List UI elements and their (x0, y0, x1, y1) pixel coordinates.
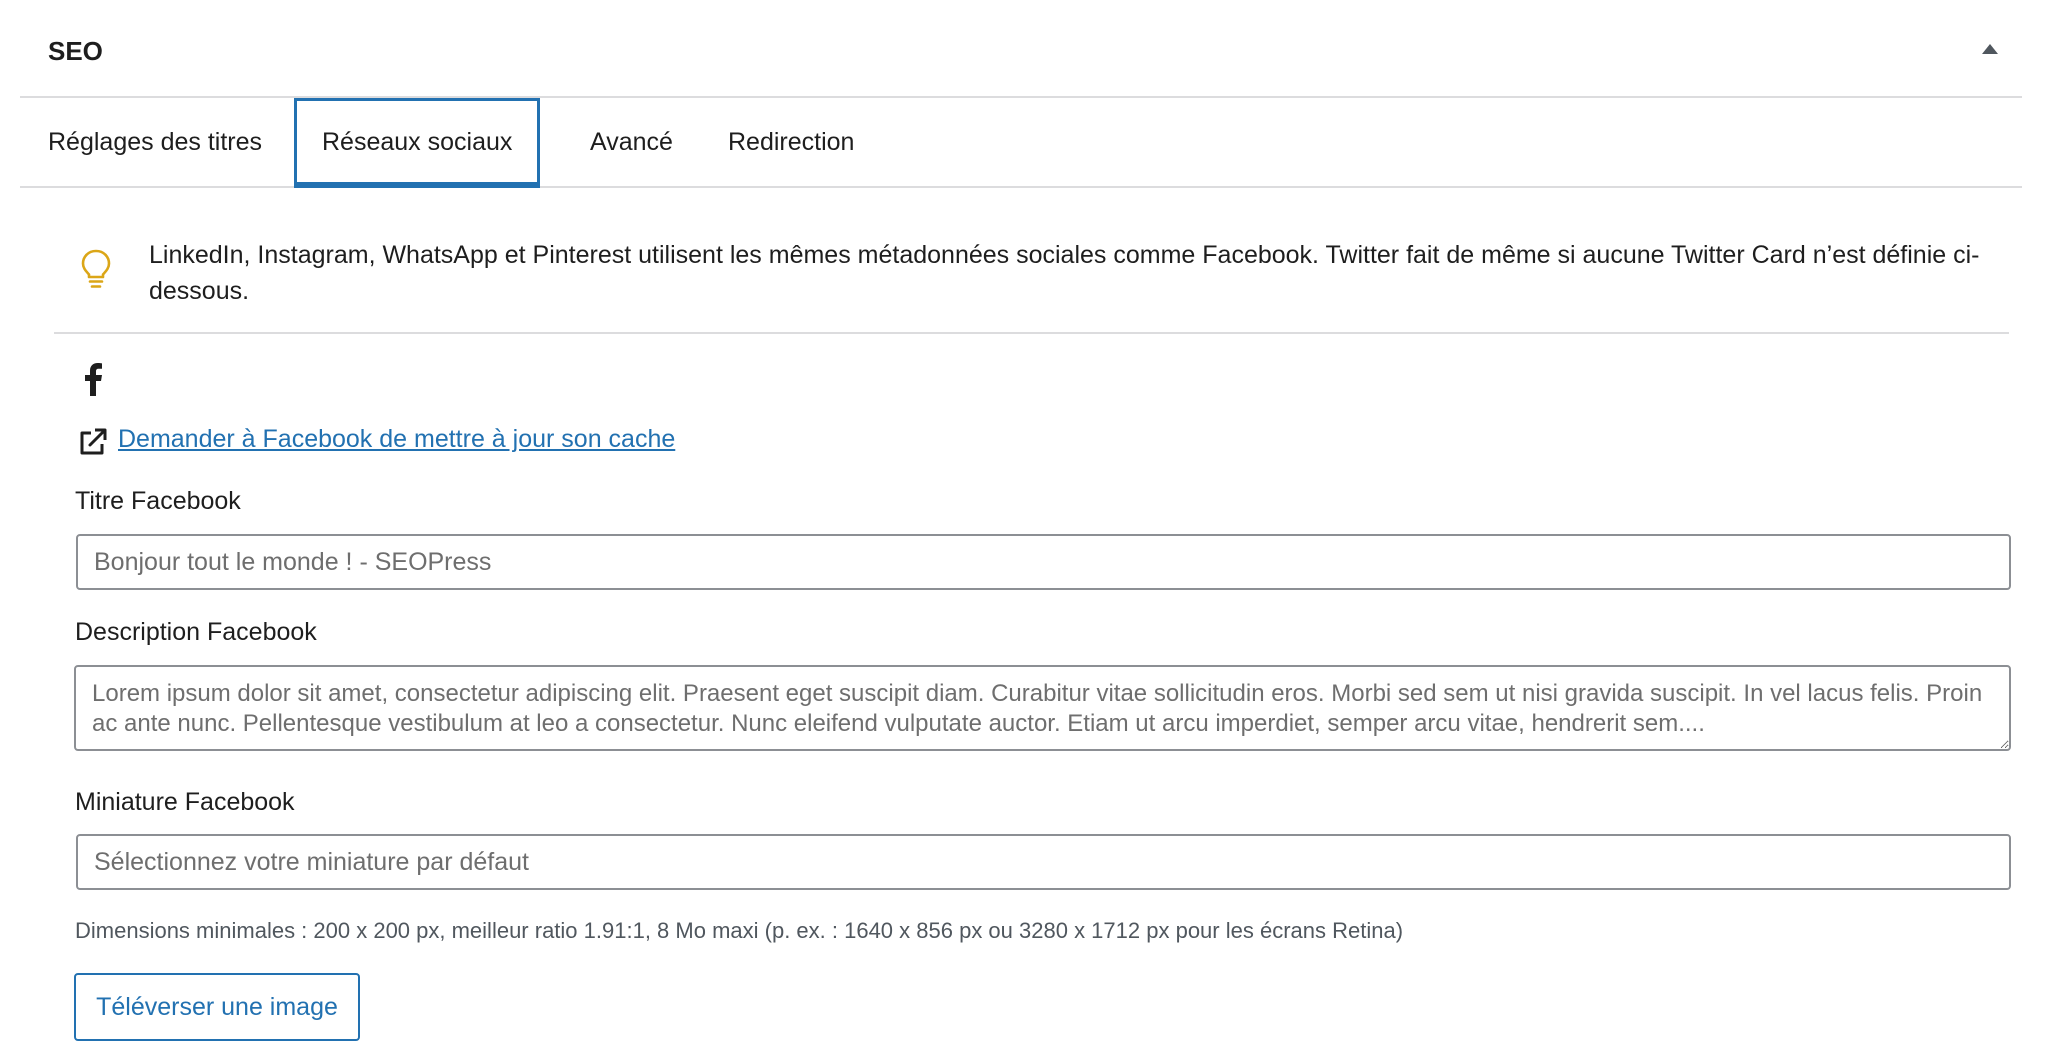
external-link-icon (78, 427, 108, 457)
metabox-title: SEO (48, 36, 103, 66)
metabox-header[interactable]: SEO (20, 0, 2022, 98)
tab-redirection[interactable]: Redirection (700, 98, 882, 186)
facebook-description-label: Description Facebook (75, 618, 317, 646)
notice-text: LinkedIn, Instagram, WhatsApp et Pintere… (149, 241, 1980, 305)
lightbulb-icon (80, 248, 112, 290)
facebook-description-textarea[interactable] (74, 665, 2011, 751)
facebook-thumbnail-label: Miniature Facebook (75, 788, 295, 816)
facebook-cache-link[interactable]: Demander à Facebook de mettre à jour son… (118, 425, 675, 454)
tab-bar: Réglages des titres Réseaux sociaux Avan… (20, 98, 2022, 188)
thumbnail-help-text: Dimensions minimales : 200 x 200 px, mei… (75, 918, 1404, 943)
facebook-title-label: Titre Facebook (75, 487, 241, 515)
social-notice: LinkedIn, Instagram, WhatsApp et Pintere… (54, 220, 2009, 334)
caret-up-icon[interactable] (1976, 38, 2004, 62)
facebook-thumbnail-input[interactable] (76, 834, 2011, 890)
seo-metabox: SEO Réglages des titres Réseaux sociaux … (20, 0, 2022, 1064)
tab-advanced[interactable]: Avancé (562, 98, 701, 186)
tab-social-networks[interactable]: Réseaux sociaux (294, 98, 541, 188)
facebook-icon (82, 362, 104, 396)
facebook-title-input[interactable] (76, 534, 2011, 590)
tab-title-settings[interactable]: Réglages des titres (20, 98, 290, 186)
upload-image-button[interactable]: Téléverser une image (74, 973, 360, 1041)
